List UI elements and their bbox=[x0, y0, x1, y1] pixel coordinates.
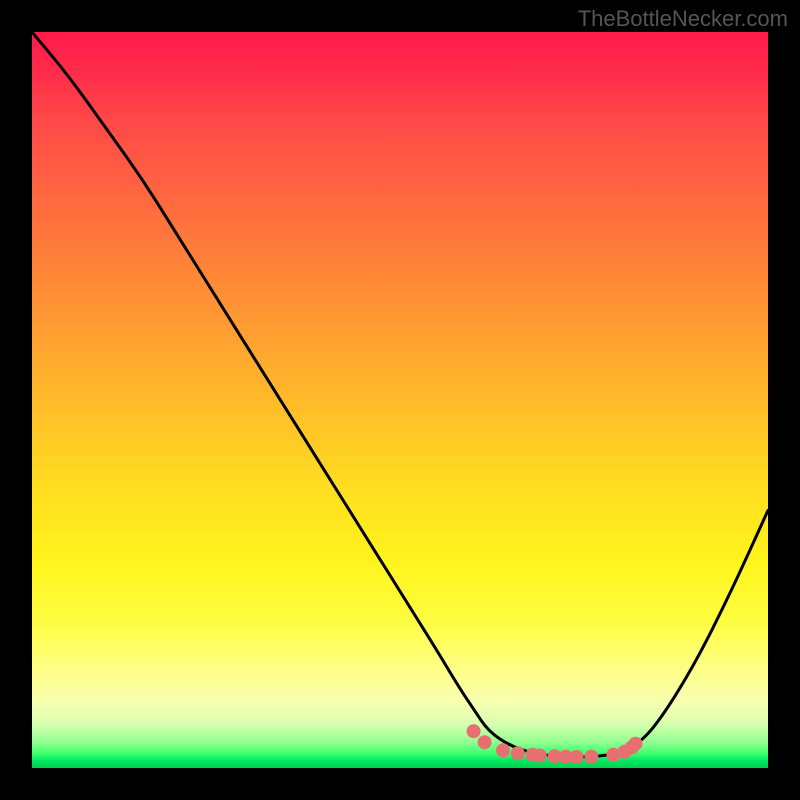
data-marker bbox=[496, 743, 510, 757]
data-marker bbox=[629, 737, 643, 751]
data-marker bbox=[584, 750, 598, 764]
chart-svg bbox=[32, 32, 768, 768]
data-marker bbox=[511, 746, 525, 760]
plot-area bbox=[32, 32, 768, 768]
data-marker bbox=[533, 749, 547, 763]
data-marker bbox=[478, 735, 492, 749]
data-marker bbox=[467, 724, 481, 738]
bottleneck-curve bbox=[32, 32, 768, 757]
data-marker bbox=[570, 750, 584, 764]
marker-group bbox=[467, 724, 643, 764]
watermark-text: TheBottleNecker.com bbox=[578, 6, 788, 32]
